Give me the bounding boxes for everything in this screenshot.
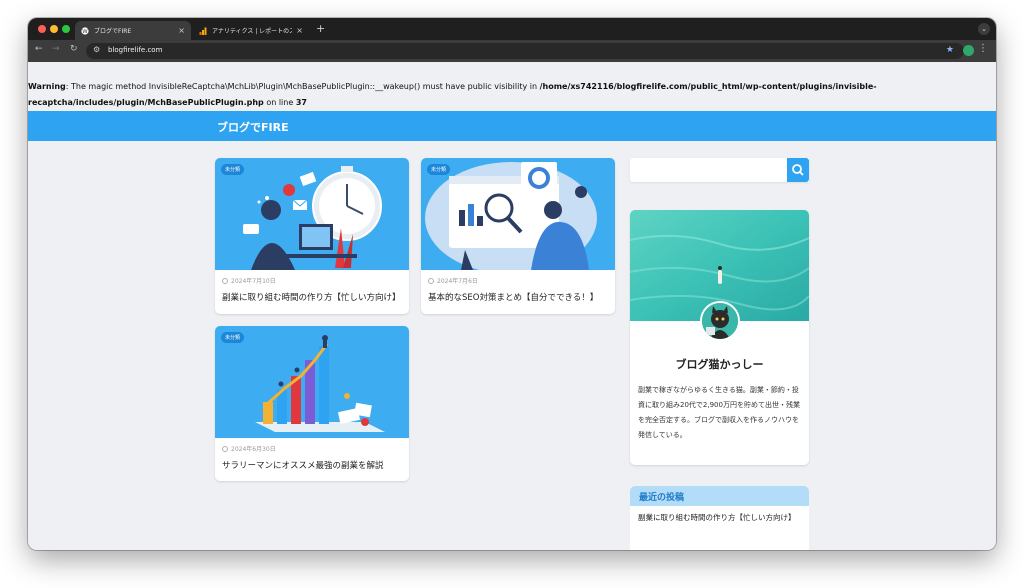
business-growth-illustration: [255, 335, 385, 432]
profile-card: ブログ猫かっしー 副業で稼ぎながらゆるく生きる猫。副業・節約・投資に取り組み20…: [630, 210, 809, 465]
post-thumbnail[interactable]: 未分類: [421, 158, 615, 270]
post-date: 2024年7月6日: [428, 276, 478, 285]
category-badge[interactable]: 未分類: [221, 332, 245, 343]
recent-posts-widget: 最近の投稿 副業に取り組む時間の作り方【忙しい方向け】: [630, 486, 809, 550]
analytics-icon: [199, 27, 207, 35]
reload-icon[interactable]: ↻: [70, 44, 78, 54]
page-viewport: Warning: The magic method InvisibleReCap…: [28, 62, 996, 550]
warning-on-line: on line: [263, 98, 296, 107]
profile-name: ブログ猫かっしー: [675, 358, 764, 371]
post-title[interactable]: 副業に取り組む時間の作り方【忙しい方向け】: [222, 291, 401, 303]
zoom-window-button[interactable]: [62, 25, 70, 33]
search-icon: [792, 164, 804, 176]
seo-analysis-illustration: [425, 162, 597, 270]
svg-text:W: W: [82, 29, 88, 35]
php-warning: Warning: The magic method InvisibleReCap…: [28, 79, 968, 111]
avatar: [700, 301, 740, 341]
post-thumbnail[interactable]: 未分類: [215, 158, 409, 270]
tab-title: アナリティクス | レポートのスナ: [212, 28, 293, 35]
post-title[interactable]: サラリーマンにオススメ最強の副業を解説: [222, 459, 384, 471]
post-card[interactable]: 未分類 2024年7月10日 副業に取り組む時間の作り方【忙しい方向け】: [215, 158, 409, 314]
site-title[interactable]: ブログでFIRE: [217, 119, 289, 135]
clock-icon: [222, 445, 228, 452]
wordpress-icon: W: [81, 26, 89, 35]
tab-blog[interactable]: W ブログでFIRE ×: [75, 21, 191, 40]
cat-avatar-icon: [702, 303, 738, 339]
menu-kebab-icon[interactable]: ⋮: [978, 43, 988, 54]
tab-close-icon[interactable]: ×: [296, 26, 303, 35]
post-date: 2024年7月10日: [222, 276, 276, 285]
tab-title: ブログでFIRE: [94, 28, 132, 35]
bookmark-star-icon[interactable]: ★: [946, 45, 954, 55]
tab-close-icon[interactable]: ×: [178, 26, 185, 35]
warning-label: Warning: [28, 82, 66, 91]
category-badge[interactable]: 未分類: [427, 164, 451, 175]
url-text: blogfirelife.com: [108, 46, 163, 54]
recent-posts-heading: 最近の投稿: [630, 486, 809, 506]
forward-icon[interactable]: →: [52, 44, 60, 54]
profile-bio: 副業で稼ぎながらゆるく生きる猫。副業・節約・投資に取り組み20代で2,900万円…: [638, 386, 800, 439]
post-card[interactable]: 未分類 2024年6月30日 サラリーマンにオススメ最強の副業を解説: [215, 326, 409, 481]
clock-icon: [428, 277, 434, 284]
category-badge[interactable]: 未分類: [221, 164, 245, 175]
post-title[interactable]: 基本的なSEO対策まとめ【自分でできる！】: [428, 291, 598, 303]
recent-post-link[interactable]: 副業に取り組む時間の作り方【忙しい方向け】: [630, 506, 809, 530]
site-settings-icon[interactable]: ⚙: [93, 45, 100, 54]
search-input[interactable]: [630, 158, 809, 182]
close-window-button[interactable]: [38, 25, 46, 33]
tab-search-button[interactable]: ⌄: [978, 23, 990, 35]
tab-bar: W ブログでFIRE × アナリティクス | レポートのスナ × + ⌄: [28, 18, 996, 40]
back-icon[interactable]: ←: [35, 44, 43, 54]
minimize-window-button[interactable]: [50, 25, 58, 33]
new-tab-button[interactable]: +: [316, 22, 325, 35]
post-card[interactable]: 未分類 2024年7月6日 基本的なSEO対策まとめ【自分でできる！】: [421, 158, 615, 314]
browser-window: W ブログでFIRE × アナリティクス | レポートのスナ × + ⌄ ← →…: [28, 18, 996, 550]
warning-message: : The magic method InvisibleReCaptcha\Mc…: [65, 82, 540, 91]
time-management-illustration: [243, 166, 382, 270]
clock-icon: [222, 277, 228, 284]
address-bar[interactable]: ⚙ blogfirelife.com ★: [86, 43, 964, 59]
site-header: ブログでFIRE: [28, 111, 996, 141]
extension-icon[interactable]: [963, 45, 974, 56]
post-date: 2024年6月30日: [222, 444, 276, 453]
warning-line-number: 37: [295, 98, 307, 107]
search-button[interactable]: [787, 158, 809, 182]
tab-analytics[interactable]: アナリティクス | レポートのスナ ×: [193, 21, 309, 40]
post-thumbnail[interactable]: 未分類: [215, 326, 409, 438]
browser-toolbar: ← → ↻ ⚙ blogfirelife.com ★ ⋮: [28, 40, 996, 62]
